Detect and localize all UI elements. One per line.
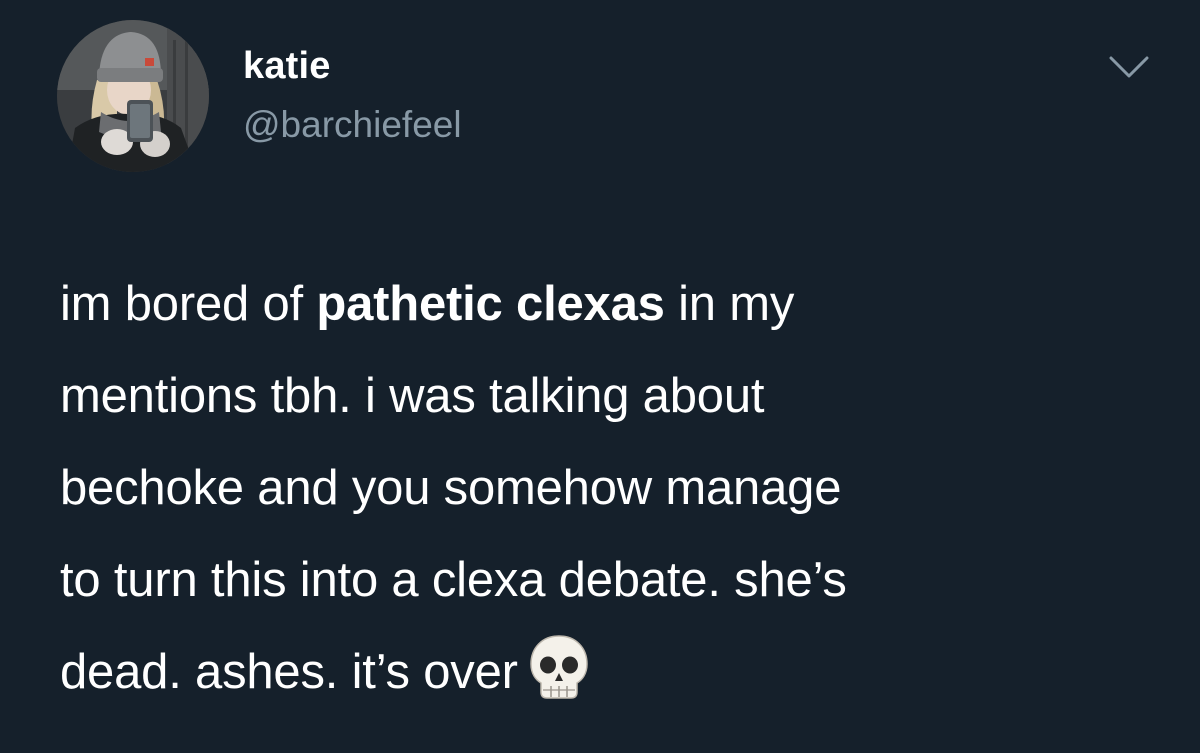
tweet-text: im bored of pathetic clexas in my mention… [60, 258, 1170, 718]
display-name[interactable]: katie [243, 45, 331, 88]
tweet-text-start: im bored of [60, 277, 317, 331]
tweet-text-line5: dead. ashes. it’s over [60, 645, 518, 699]
tweet-text-line3: bechoke and you somehow manage [60, 461, 842, 515]
chevron-down-icon[interactable] [1107, 50, 1151, 84]
tweet-card: katie @barchiefeel im bored of pathetic … [0, 0, 1200, 753]
tweet-bold-text: pathetic clexas [316, 277, 665, 331]
tweet-text-line2: mentions tbh. i was talking about [60, 369, 765, 423]
tweet-text-line4: to turn this into a clexa debate. she’s [60, 553, 847, 607]
skull-icon [528, 634, 590, 702]
tweet-text-line1-end: in my [664, 277, 795, 331]
profile-photo-icon [57, 20, 209, 172]
user-handle[interactable]: @barchiefeel [243, 104, 462, 146]
avatar[interactable] [57, 20, 209, 172]
